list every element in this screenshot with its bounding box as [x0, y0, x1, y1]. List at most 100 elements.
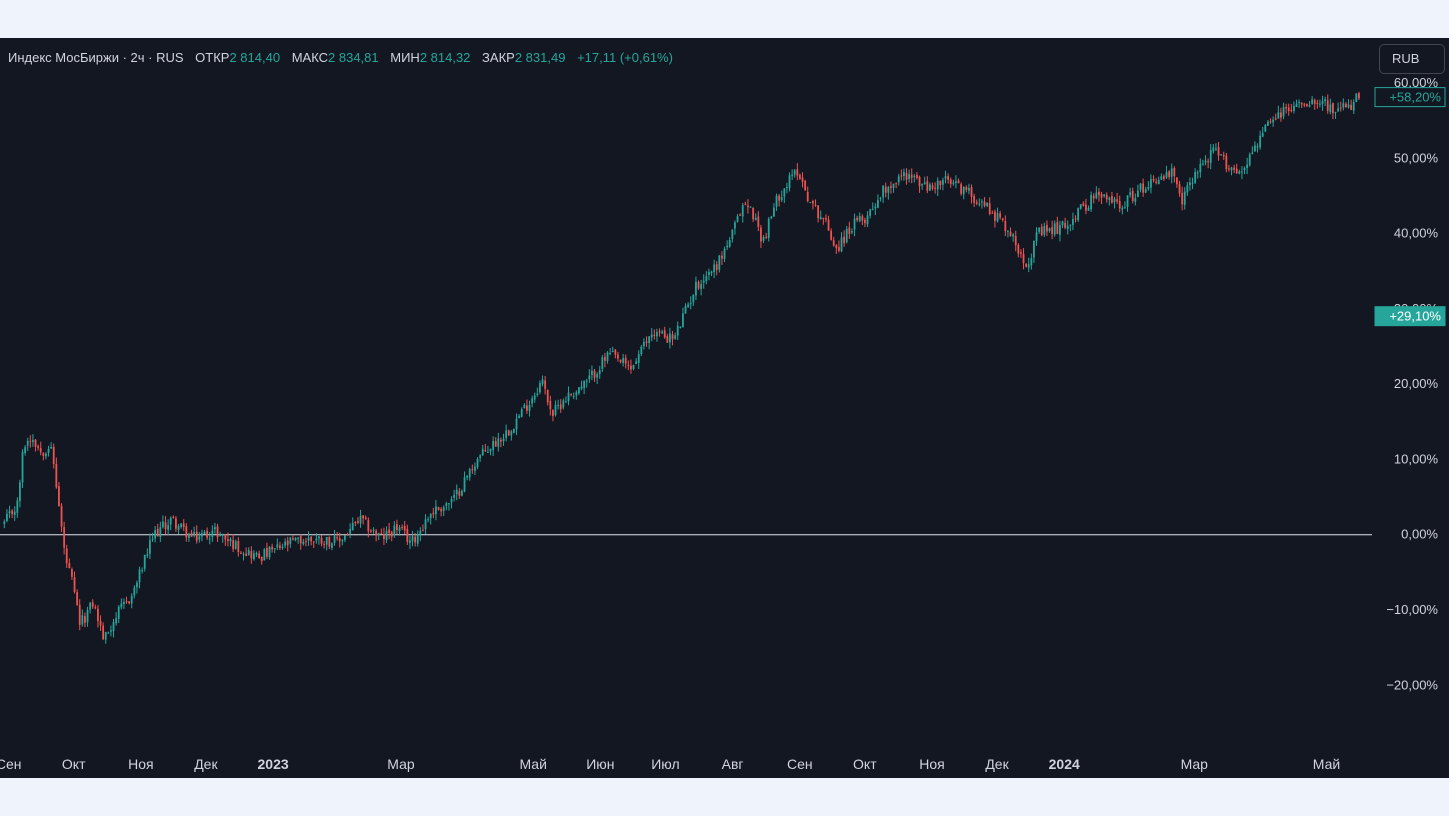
candle-body — [1079, 204, 1082, 209]
candle-body — [970, 187, 973, 197]
candle-body — [11, 510, 14, 515]
candle-body — [510, 431, 513, 436]
y-tick-label: 40,00% — [1394, 226, 1439, 241]
candle-body — [601, 357, 604, 369]
candle-body — [359, 515, 362, 524]
candle-body — [916, 174, 918, 179]
candle-body — [1321, 101, 1324, 105]
candle-body — [643, 341, 645, 347]
candle-body — [203, 531, 206, 534]
candle-body — [671, 334, 674, 340]
candle-body — [650, 334, 653, 338]
candle-body — [250, 550, 253, 559]
candle-body — [1235, 168, 1238, 174]
candle-body — [156, 529, 159, 537]
candle-body — [923, 182, 926, 185]
candle-body — [682, 313, 684, 328]
candle-body — [229, 538, 232, 542]
candle-body — [619, 359, 622, 363]
symbol-title: Индекс МосБиржи · 2ч · RUS — [8, 50, 184, 65]
candle-body — [1300, 102, 1303, 105]
candle-body — [1108, 197, 1111, 200]
candle-body — [318, 536, 320, 539]
candle-body — [26, 440, 29, 446]
x-tick-label: Ноя — [919, 756, 944, 772]
x-tick-label: Окт — [62, 756, 86, 772]
candle-body — [661, 331, 664, 334]
candle-body — [175, 518, 177, 529]
candle-body — [367, 519, 370, 532]
candle-body — [1316, 102, 1319, 104]
candle-body — [1030, 258, 1033, 266]
x-tick-label: Мар — [387, 756, 415, 772]
price-tag-label: +29,10% — [1389, 309, 1441, 324]
candle-body — [440, 509, 443, 512]
candle-body — [1033, 240, 1035, 258]
candle-body — [1347, 104, 1350, 108]
candle-body — [211, 530, 214, 538]
candle-body — [598, 370, 601, 374]
candle-body — [1238, 171, 1241, 174]
high-label: МАКС — [291, 50, 329, 65]
candle-body — [513, 428, 515, 433]
candle-body — [1111, 196, 1113, 203]
candle-body — [481, 448, 484, 456]
candle-body — [125, 601, 128, 603]
y-axis[interactable]: 60,00%50,00%40,00%30,00%20,00%10,00%0,00… — [1386, 75, 1438, 692]
candle-body — [24, 447, 27, 454]
candle-body — [1147, 187, 1150, 190]
candle-body — [887, 187, 890, 193]
candle-body — [666, 336, 669, 343]
candle-body — [466, 476, 469, 478]
candle-body — [978, 203, 981, 205]
candle-body — [656, 332, 658, 337]
candle-body — [91, 602, 94, 607]
candle-body — [747, 205, 749, 208]
candle-body — [73, 577, 76, 592]
candle-body — [819, 216, 822, 220]
candle-body — [323, 544, 326, 546]
candle-body — [791, 174, 794, 176]
change-value: +17,11 (+0,61%) — [577, 50, 673, 65]
candle-body — [97, 608, 99, 621]
candle-body — [809, 202, 812, 204]
candle-body — [492, 441, 495, 450]
candle-body — [1332, 103, 1334, 114]
candle-body — [996, 213, 999, 222]
candle-body — [1267, 121, 1269, 126]
candle-body — [219, 534, 222, 537]
candle-body — [962, 187, 965, 195]
candle-body — [151, 538, 154, 540]
candle-body — [1261, 133, 1264, 137]
candle-body — [1324, 99, 1327, 102]
candle-body — [476, 458, 479, 468]
candles-layer — [3, 91, 1360, 644]
candle-body — [890, 186, 892, 188]
chart-svg[interactable]: 60,00%50,00%40,00%30,00%20,00%10,00%0,00… — [0, 38, 1449, 778]
candle-body — [1053, 223, 1056, 235]
candle-body — [1168, 171, 1171, 177]
candle-body — [310, 536, 313, 542]
candle-body — [999, 213, 1002, 218]
candle-body — [1274, 118, 1277, 120]
candle-body — [474, 466, 476, 471]
candle-body — [8, 511, 11, 514]
candle-body — [981, 201, 983, 203]
y-tick-label: −10,00% — [1386, 602, 1438, 617]
candle-body — [871, 208, 874, 210]
candle-body — [240, 552, 242, 554]
candle-body — [201, 533, 203, 537]
candle-body — [1155, 181, 1158, 183]
currency-button[interactable]: RUB — [1379, 44, 1445, 74]
candle-body — [227, 539, 229, 541]
candle-body — [1178, 183, 1181, 194]
candle-body — [198, 536, 201, 540]
candle-body — [1090, 194, 1093, 210]
x-tick-label: Май — [1313, 756, 1340, 772]
price-labels: +58,20% +29,10% — [1374, 87, 1446, 327]
candle-body — [1014, 235, 1017, 246]
candle-body — [622, 358, 625, 363]
candle-body — [37, 446, 40, 448]
candle-body — [770, 216, 773, 219]
x-axis[interactable]: Сен Окт Ноя Дек 2023 Мар Май Июн Июл Авг Сен Окт Ноя… — [0, 756, 1340, 772]
